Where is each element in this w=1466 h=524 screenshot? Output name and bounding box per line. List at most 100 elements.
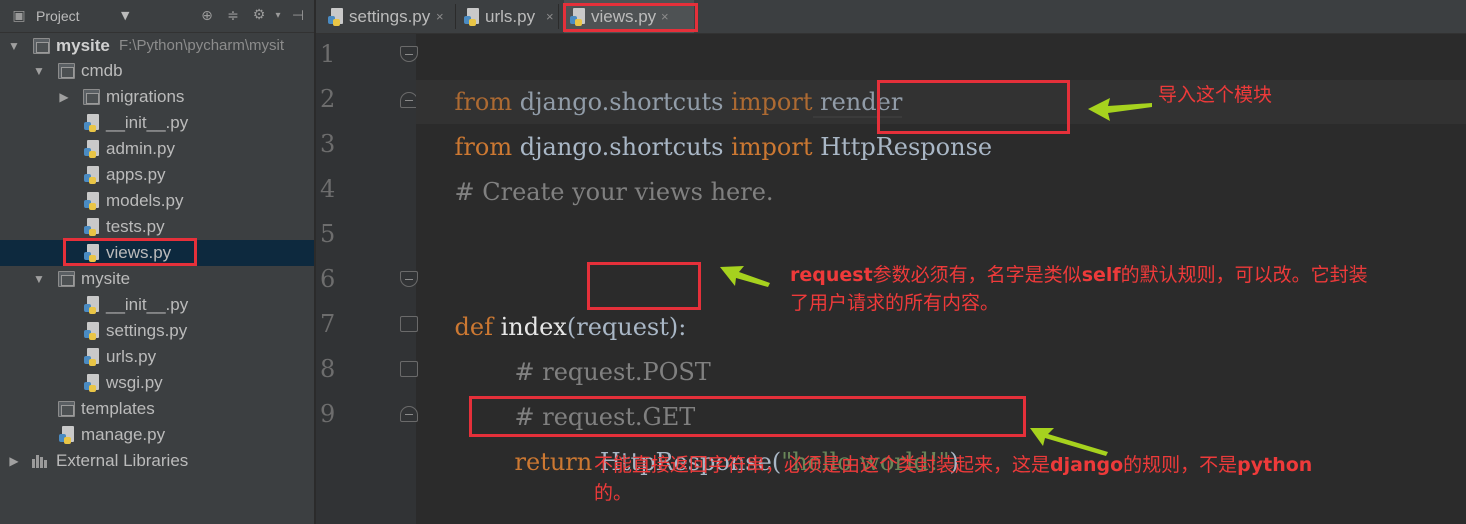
tree-item-external-libraries[interactable]: ▶ External Libraries xyxy=(0,448,314,474)
code-comment: # Create your views here. xyxy=(454,178,774,206)
annotation-text: 参数必须有，名字是类似 xyxy=(872,264,1082,286)
tree-item-label: External Libraries xyxy=(56,451,189,470)
close-icon[interactable]: × xyxy=(436,0,444,33)
tree-item-cmdb-init-py[interactable]: __init__.py xyxy=(0,110,314,136)
tree-item-label: settings.py xyxy=(106,321,188,340)
fold-marker-icon[interactable] xyxy=(400,316,418,332)
code-line-1[interactable]: from django.shortcuts import render xyxy=(424,36,903,118)
annotation-request-line1: request参数必须有，名字是类似self的默认规则，可以改。它封装 xyxy=(790,264,1368,286)
annotation-text: 不能直接返回字符串，必须是由这个类封装起来，这是 xyxy=(594,454,1051,476)
line-number: 8 xyxy=(320,355,336,383)
python-file-icon xyxy=(84,166,100,184)
code-line-7[interactable]: # request.POST xyxy=(484,306,711,386)
tree-item-label: migrations xyxy=(106,87,185,106)
tree-item-label: __init__.py xyxy=(106,295,189,314)
tree-item-path: F:\Python\pycharm\mysit xyxy=(119,37,285,54)
tree-item-label: wsgi.py xyxy=(106,373,163,392)
fold-marker-icon[interactable] xyxy=(400,361,418,377)
tree-item-label: manage.py xyxy=(81,425,166,444)
code-text: HttpResponse xyxy=(812,133,993,161)
line-number: 4 xyxy=(320,175,336,203)
tab-urls-py[interactable]: urls.py × xyxy=(458,0,562,33)
tree-item-label: templates xyxy=(81,399,155,418)
chevron-down-icon[interactable]: ▼ xyxy=(32,58,46,84)
tree-item-manage-py[interactable]: manage.py xyxy=(0,422,314,448)
python-file-icon xyxy=(84,322,100,340)
library-icon xyxy=(32,454,50,468)
tree-item-label: mysite xyxy=(81,269,131,288)
highlight-box-views-tab xyxy=(563,3,698,32)
highlight-box-request-param xyxy=(587,262,701,310)
annotation-text: 的规则，不是 xyxy=(1123,454,1238,476)
project-view-icon[interactable]: ▣ xyxy=(12,9,26,23)
annotation-text: 的默认规则，可以改。它封装 xyxy=(1120,264,1368,286)
tree-item-apps-py[interactable]: apps.py xyxy=(0,162,314,188)
tab-label: urls.py xyxy=(485,7,536,26)
project-panel-title[interactable]: Project xyxy=(36,8,80,24)
tree-item-mysite-package[interactable]: ▼ mysite xyxy=(0,266,314,292)
tree-item-admin-py[interactable]: admin.py xyxy=(0,136,314,162)
tree-item-wsgi-py[interactable]: wsgi.py xyxy=(0,370,314,396)
annotation-request-line2: 了用户请求的所有内容。 xyxy=(790,292,1000,314)
scroll-from-source-icon[interactable]: ⊕ xyxy=(200,9,214,23)
python-file-icon xyxy=(84,374,100,392)
code-line-8[interactable]: # request.GET xyxy=(484,351,696,431)
annotation-return-line1: 不能直接返回字符串，必须是由这个类封装起来，这是django的规则，不是pyth… xyxy=(594,454,1312,476)
annotation-text: python xyxy=(1237,454,1313,476)
tree-item-mysite-init-py[interactable]: __init__.py xyxy=(0,292,314,318)
tab-settings-py[interactable]: settings.py × xyxy=(322,0,450,33)
folder-icon xyxy=(83,89,100,105)
tree-item-label: models.py xyxy=(106,191,184,210)
line-number: 2 xyxy=(320,85,336,113)
close-icon[interactable]: × xyxy=(546,0,554,33)
annotation-import-module: 导入这个模块 xyxy=(1158,84,1273,106)
python-file-icon xyxy=(59,426,75,444)
collapse-all-icon[interactable]: ≑ xyxy=(226,9,240,23)
chevron-right-icon[interactable]: ▶ xyxy=(7,448,21,474)
highlight-box-views-py xyxy=(63,238,197,266)
settings-dropdown-icon[interactable]: ▾ xyxy=(271,9,285,23)
fold-marker-icon[interactable] xyxy=(400,406,418,422)
folder-icon xyxy=(58,401,75,417)
tree-item-label: __init__.py xyxy=(106,113,189,132)
settings-icon[interactable]: ⚙ xyxy=(252,8,266,22)
folder-icon xyxy=(58,271,75,287)
line-number: 5 xyxy=(320,220,336,248)
editor-gutter: 1 2 3 4 5 6 7 8 9 xyxy=(316,34,418,524)
tree-item-label: apps.py xyxy=(106,165,166,184)
tab-label: settings.py xyxy=(349,7,431,26)
python-file-icon xyxy=(84,114,100,132)
tab-separator xyxy=(455,4,456,29)
tree-item-migrations[interactable]: ▶ migrations xyxy=(0,84,314,110)
project-panel-header: ▣ Project ▼ ⊕ ≑ ⚙ ▾ ⊣ xyxy=(0,0,314,33)
tree-item-settings-py[interactable]: settings.py xyxy=(0,318,314,344)
python-file-icon xyxy=(84,192,100,210)
fold-marker-icon[interactable] xyxy=(400,46,418,62)
python-file-icon xyxy=(328,8,344,26)
tree-item-mysite-root[interactable]: ▼ mysite F:\Python\pycharm\mysit xyxy=(0,33,314,59)
chevron-down-icon[interactable]: ▼ xyxy=(32,266,46,292)
chevron-right-icon[interactable]: ▶ xyxy=(57,84,71,110)
tree-item-label: mysite xyxy=(56,36,110,55)
code-line-3[interactable]: # Create your views here. xyxy=(424,126,774,206)
fold-marker-icon[interactable] xyxy=(400,271,418,287)
tree-item-label: cmdb xyxy=(81,61,123,80)
line-number: 6 xyxy=(320,265,336,293)
python-file-icon xyxy=(84,140,100,158)
line-number: 7 xyxy=(320,310,336,338)
python-file-icon xyxy=(84,348,100,366)
line-number: 9 xyxy=(320,400,336,428)
folder-icon xyxy=(33,38,50,54)
python-file-icon xyxy=(84,218,100,236)
tree-item-urls-py[interactable]: urls.py xyxy=(0,344,314,370)
tree-item-label: urls.py xyxy=(106,347,157,366)
tree-item-tests-py[interactable]: tests.py xyxy=(0,214,314,240)
tree-item-templates[interactable]: templates xyxy=(0,396,314,422)
highlight-box-httpresponse-import xyxy=(877,80,1070,134)
chevron-down-icon[interactable]: ▼ xyxy=(121,9,129,22)
chevron-down-icon[interactable]: ▼ xyxy=(7,33,21,59)
tree-item-label: admin.py xyxy=(106,139,175,158)
tree-item-models-py[interactable]: models.py xyxy=(0,188,314,214)
tree-item-cmdb[interactable]: ▼ cmdb xyxy=(0,58,314,84)
hide-panel-icon[interactable]: ⊣ xyxy=(291,9,305,23)
